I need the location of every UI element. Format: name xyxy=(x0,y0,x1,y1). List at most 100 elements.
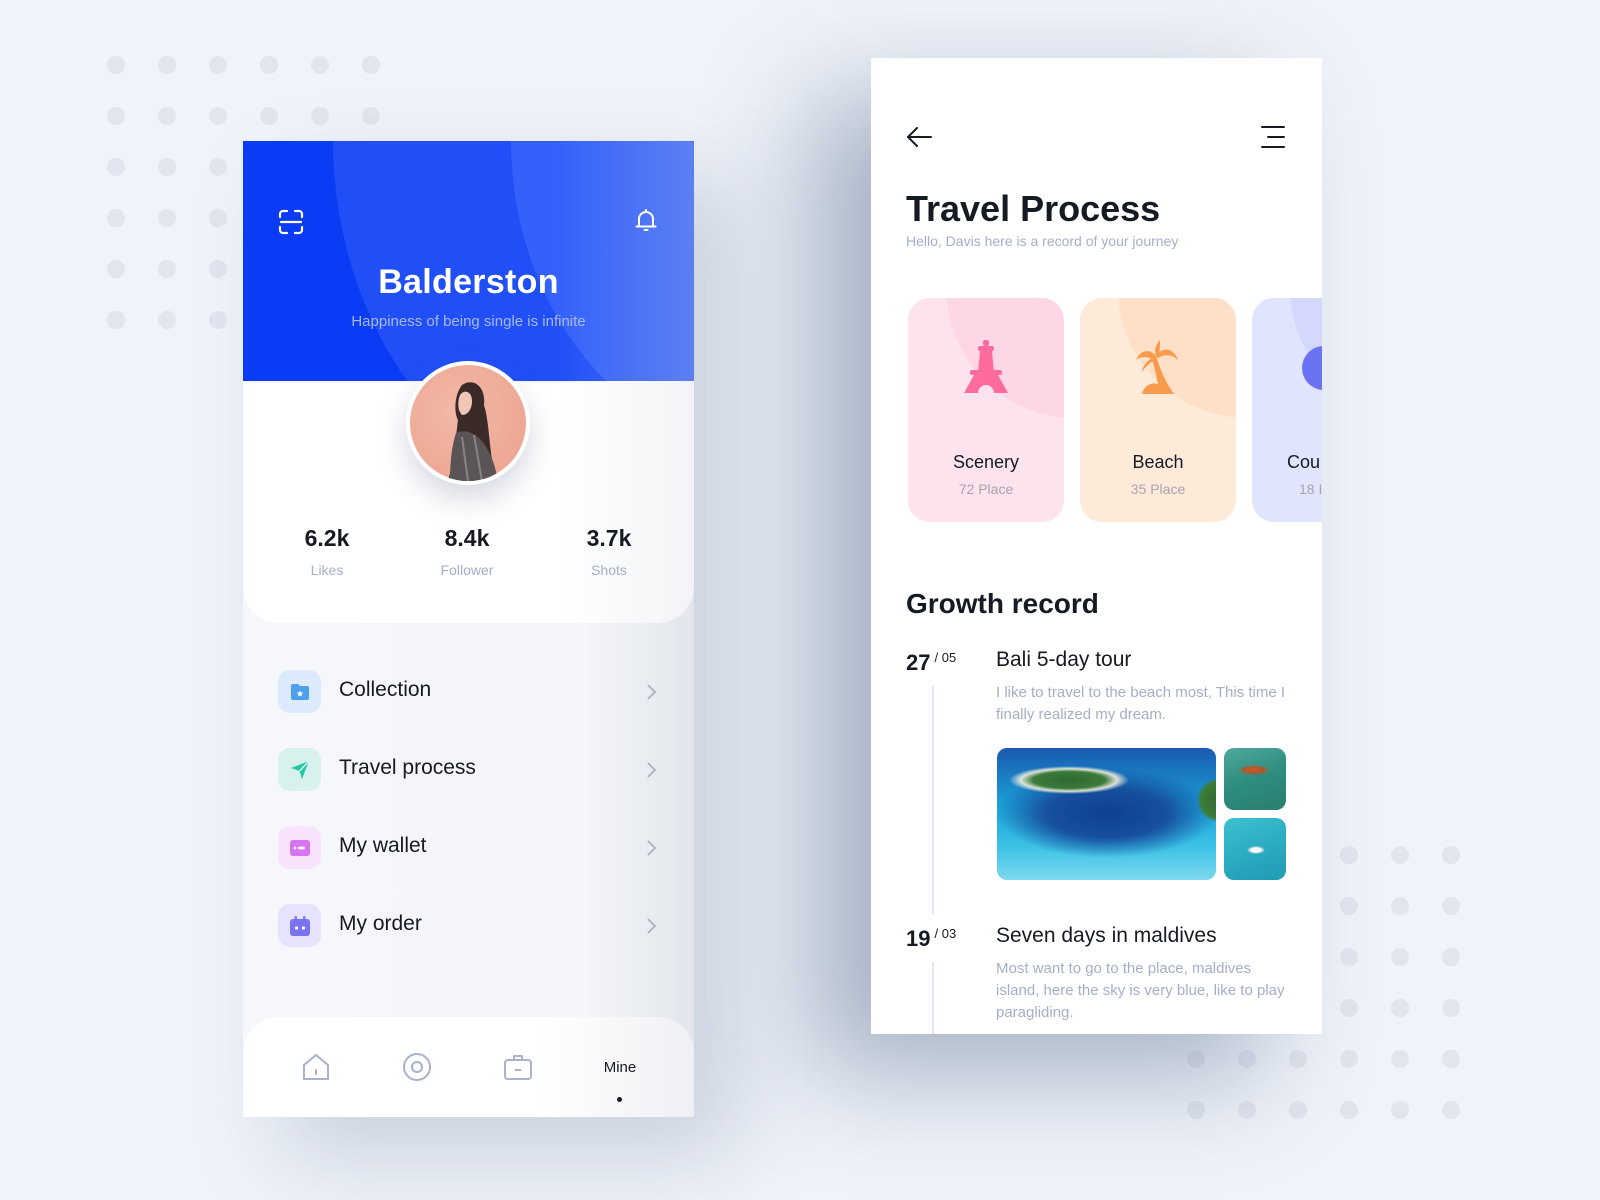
decorative-dot xyxy=(158,260,176,278)
menu-button[interactable] xyxy=(1257,122,1287,152)
decorative-dot xyxy=(1391,846,1409,864)
menu-icon-box xyxy=(278,826,321,869)
entry-photo-main[interactable] xyxy=(997,748,1216,880)
menu-label: My wallet xyxy=(339,834,427,857)
menu-item-travel-process[interactable]: Travel process xyxy=(243,739,694,799)
decorative-dot xyxy=(260,107,278,125)
category-card-beach[interactable]: Beach 35 Place xyxy=(1080,298,1236,522)
decorative-dot xyxy=(311,56,329,74)
timeline-line xyxy=(932,686,934,914)
home-icon xyxy=(303,1054,329,1080)
scan-button[interactable] xyxy=(276,207,306,237)
decorative-dot xyxy=(107,209,125,227)
scan-icon xyxy=(278,209,304,235)
stat-label: Shots xyxy=(591,562,627,578)
paper-plane-icon xyxy=(290,759,310,779)
category-card-scenery[interactable]: Scenery 72 Place xyxy=(908,298,1064,522)
chevron-right-icon xyxy=(647,918,657,934)
decorative-dot xyxy=(1340,897,1358,915)
menu-icon-box xyxy=(278,904,321,947)
calendar-icon xyxy=(289,915,310,936)
arrow-left-icon xyxy=(907,127,932,147)
avatar-photo xyxy=(448,382,498,481)
decorative-dot xyxy=(260,56,278,74)
entry-description: Most want to go to the place, maldives i… xyxy=(996,960,1285,1021)
decorative-dot xyxy=(158,158,176,176)
decorative-dot xyxy=(1187,1050,1205,1068)
chevron-right-icon xyxy=(647,840,657,856)
back-button[interactable] xyxy=(904,122,934,152)
stat-followers[interactable]: 8.4k Follower xyxy=(397,525,537,578)
entry-photo-thumb[interactable] xyxy=(1224,748,1286,810)
menu-item-collection[interactable]: Collection xyxy=(243,661,694,721)
decorative-dot xyxy=(107,56,125,74)
decorative-dot xyxy=(209,107,227,125)
target-icon xyxy=(403,1053,431,1081)
decorative-dot xyxy=(1187,1101,1205,1119)
decorative-dot xyxy=(158,311,176,329)
decorative-dot xyxy=(362,107,380,125)
page-title: Travel Process xyxy=(906,188,1161,229)
bell-icon xyxy=(635,209,657,231)
palm-tree-icon xyxy=(1136,340,1178,394)
stat-likes[interactable]: 6.2k Likes xyxy=(257,525,397,578)
notifications-button[interactable] xyxy=(631,205,661,235)
decorative-dot xyxy=(311,107,329,125)
stat-label: Follower xyxy=(440,562,494,578)
stat-value: 6.2k xyxy=(304,525,350,551)
decorative-dot xyxy=(1289,1050,1307,1068)
category-count: 72 Place xyxy=(958,481,1014,497)
entry-day: 27 xyxy=(906,650,931,675)
profile-name: Balderston xyxy=(378,263,559,301)
decorative-dot xyxy=(107,158,125,176)
menu-item-my-wallet[interactable]: My wallet xyxy=(243,817,694,877)
eiffel-tower-icon xyxy=(964,340,1008,393)
entry-photo-thumb[interactable] xyxy=(1224,818,1286,880)
category-name: Cou xyxy=(1287,452,1321,472)
avatar[interactable] xyxy=(406,361,530,485)
decorative-dot xyxy=(1391,948,1409,966)
entry-month: / 05 xyxy=(934,650,957,665)
stat-shots[interactable]: 3.7k Shots xyxy=(539,525,679,578)
globe-icon xyxy=(1302,346,1322,390)
decorative-dot xyxy=(107,311,125,329)
entry-day: 19 xyxy=(906,926,931,951)
decorative-dot xyxy=(1442,1050,1460,1068)
decorative-dot xyxy=(1238,1101,1256,1119)
menu-item-my-order[interactable]: My order xyxy=(243,895,694,955)
tab-bar: Mine xyxy=(243,1017,694,1117)
decorative-dot xyxy=(1340,948,1358,966)
tab-mine-label: Mine xyxy=(603,1058,637,1076)
menu-label: Travel process xyxy=(339,756,476,779)
page-subtitle: Hello, Davis here is a record of your jo… xyxy=(906,233,1179,249)
decorative-dot xyxy=(1442,1101,1460,1119)
tab-mine[interactable]: Mine xyxy=(595,1047,645,1087)
entry-description: I like to travel to the beach most, This… xyxy=(996,684,1286,723)
decorative-dot xyxy=(1391,999,1409,1017)
decorative-dot xyxy=(209,260,227,278)
menu-icon-box xyxy=(278,670,321,713)
entry-title: Seven days in maldives xyxy=(996,924,1217,947)
decorative-dot xyxy=(1442,999,1460,1017)
decorative-dot xyxy=(1340,999,1358,1017)
stat-value: 3.7k xyxy=(586,525,632,551)
decorative-dot xyxy=(1340,1101,1358,1119)
entry-date: 27/ 05 xyxy=(906,650,956,676)
decorative-dot xyxy=(1289,1101,1307,1119)
stat-label: Likes xyxy=(310,562,344,578)
menu-icon xyxy=(1261,126,1285,148)
decorative-dot xyxy=(1442,948,1460,966)
decorative-dot xyxy=(158,209,176,227)
menu-label: My order xyxy=(339,912,422,935)
category-count: 18 I xyxy=(1299,481,1322,497)
chevron-right-icon xyxy=(647,762,657,778)
decorative-dot xyxy=(1442,846,1460,864)
timeline-line xyxy=(932,962,934,1034)
category-card-country[interactable]: Cou 18 I xyxy=(1252,298,1322,522)
tab-trips[interactable] xyxy=(493,1047,543,1087)
tab-home[interactable] xyxy=(291,1047,341,1087)
category-name: Scenery xyxy=(952,452,1020,472)
tab-discover[interactable] xyxy=(392,1047,442,1087)
decorative-dot xyxy=(209,158,227,176)
decorative-dot xyxy=(209,209,227,227)
